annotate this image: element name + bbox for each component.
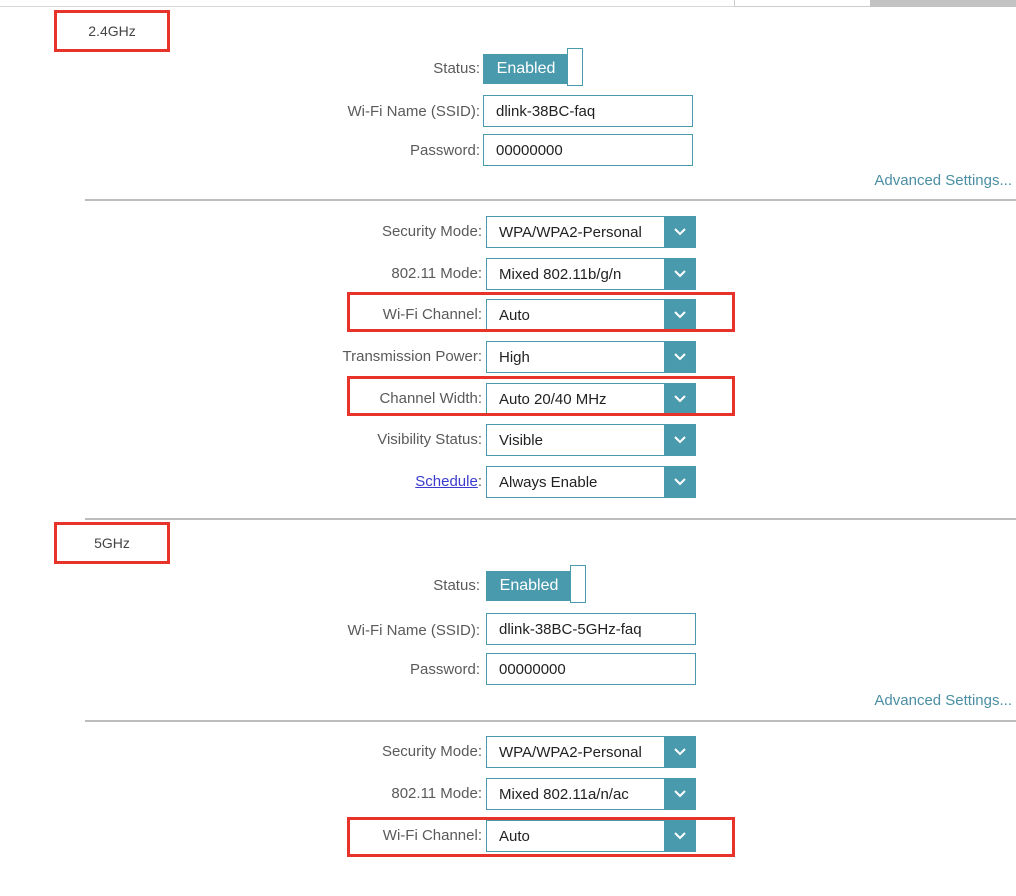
advanced-settings-link[interactable]: Advanced Settings... — [874, 692, 1012, 709]
status-toggle[interactable]: Enabled — [483, 48, 587, 86]
chevron-down-icon[interactable] — [664, 821, 695, 851]
schedule-select[interactable]: Always Enable — [486, 466, 696, 498]
security-mode-label: Security Mode: — [381, 223, 482, 240]
wifi-channel-label: Wi-Fi Channel: — [382, 827, 482, 844]
top-tab-inactive[interactable] — [870, 0, 1016, 7]
transmission-power-select[interactable]: High — [486, 341, 696, 373]
chevron-down-icon[interactable] — [664, 779, 695, 809]
status-label: Status: — [433, 60, 480, 77]
visibility-status-value: Visible — [499, 431, 543, 449]
password-input[interactable]: 00000000 — [486, 653, 696, 685]
80211-mode-value: Mixed 802.11a/n/ac — [499, 785, 629, 803]
80211-mode-label: 802.11 Mode: — [391, 785, 482, 802]
chevron-down-icon[interactable] — [664, 467, 695, 497]
transmission-power-value: High — [499, 348, 530, 366]
80211-mode-value: Mixed 802.11b/g/n — [499, 265, 622, 283]
chevron-down-icon[interactable] — [664, 217, 695, 247]
top-divider — [0, 0, 735, 7]
security-mode-select[interactable]: WPA/WPA2-Personal — [486, 736, 696, 768]
chevron-down-icon[interactable] — [664, 259, 695, 289]
channel-width-label: Channel Width: — [379, 390, 482, 407]
chevron-down-icon[interactable] — [664, 342, 695, 372]
schedule-value: Always Enable — [499, 473, 598, 491]
wifi-channel-select[interactable]: Auto — [486, 299, 696, 331]
advanced-settings-link[interactable]: Advanced Settings... — [874, 172, 1012, 189]
top-tab[interactable] — [734, 0, 872, 7]
band-title-text: 2.4GHz — [88, 23, 136, 39]
toggle-knob[interactable] — [570, 565, 586, 603]
password-input[interactable]: 00000000 — [483, 134, 693, 166]
chevron-down-icon[interactable] — [664, 737, 695, 767]
section-divider — [85, 720, 1016, 722]
visibility-status-select[interactable]: Visible — [486, 424, 696, 456]
schedule-colon: : — [477, 473, 482, 490]
ssid-label: Wi-Fi Name (SSID): — [347, 622, 481, 639]
security-mode-value: WPA/WPA2-Personal — [499, 223, 642, 241]
transmission-power-label: Transmission Power: — [342, 348, 482, 365]
chevron-down-icon[interactable] — [664, 300, 695, 330]
ssid-input[interactable]: dlink-38BC-5GHz-faq — [486, 613, 696, 645]
chevron-down-icon[interactable] — [664, 425, 695, 455]
80211-mode-select[interactable]: Mixed 802.11b/g/n — [486, 258, 696, 290]
80211-mode-select[interactable]: Mixed 802.11a/n/ac — [486, 778, 696, 810]
ssid-label: Wi-Fi Name (SSID): — [347, 103, 481, 120]
security-mode-select[interactable]: WPA/WPA2-Personal — [486, 216, 696, 248]
band-title-5ghz: 5GHz — [54, 522, 170, 564]
security-mode-value: WPA/WPA2-Personal — [499, 743, 642, 761]
80211-mode-label: 802.11 Mode: — [391, 265, 482, 282]
visibility-status-label: Visibility Status: — [377, 431, 482, 448]
wifi-channel-label: Wi-Fi Channel: — [382, 306, 482, 323]
password-label: Password: — [409, 142, 480, 159]
band-title-2-4ghz: 2.4GHz — [54, 10, 170, 52]
status-toggle-on: Enabled — [486, 571, 572, 601]
section-divider — [85, 518, 1016, 520]
status-toggle-on: Enabled — [483, 54, 569, 84]
toggle-knob[interactable] — [567, 48, 583, 86]
password-value: 00000000 — [496, 141, 563, 159]
password-label: Password: — [409, 661, 480, 678]
chevron-down-icon[interactable] — [664, 384, 695, 414]
ssid-value: dlink-38BC-5GHz-faq — [499, 620, 642, 638]
band-title-text: 5GHz — [94, 535, 130, 551]
status-toggle[interactable]: Enabled — [486, 565, 590, 603]
wifi-channel-value: Auto — [499, 827, 530, 845]
schedule-link[interactable]: Schedule — [415, 473, 478, 490]
status-label: Status: — [433, 577, 480, 594]
channel-width-select[interactable]: Auto 20/40 MHz — [486, 383, 696, 415]
wifi-channel-value: Auto — [499, 306, 530, 324]
schedule-label: Schedule: — [415, 473, 482, 490]
ssid-input[interactable]: dlink-38BC-faq — [483, 95, 693, 127]
section-divider — [85, 199, 1016, 201]
password-value: 00000000 — [499, 660, 566, 678]
security-mode-label: Security Mode: — [381, 743, 482, 760]
ssid-value: dlink-38BC-faq — [496, 102, 596, 120]
channel-width-value: Auto 20/40 MHz — [499, 390, 607, 408]
wifi-channel-select[interactable]: Auto — [486, 820, 696, 852]
